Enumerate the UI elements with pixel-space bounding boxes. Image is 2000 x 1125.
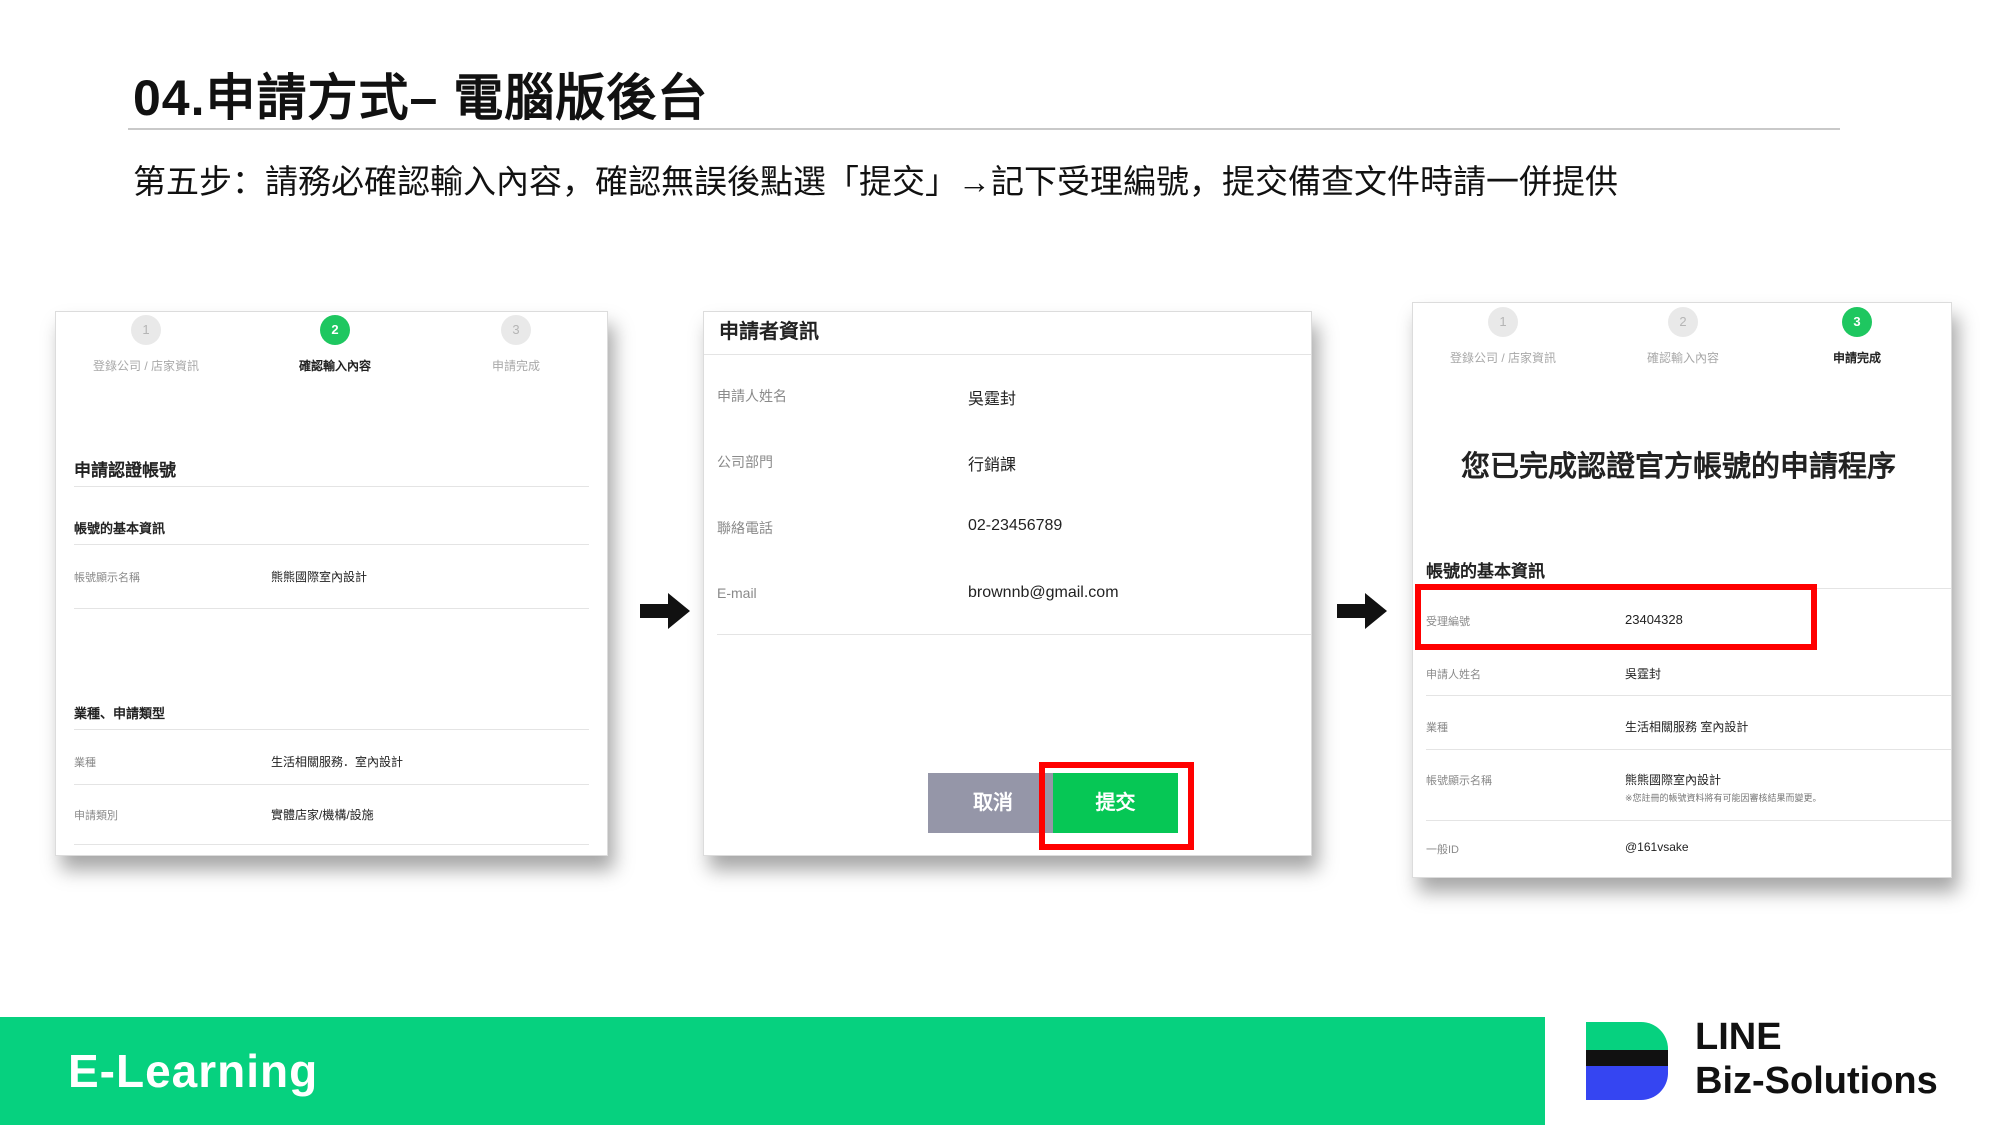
- step-1: 1 登錄公司 / 店家資訊: [1433, 307, 1573, 366]
- divider: [704, 354, 1311, 355]
- display-name-key: 帳號顯示名稱: [1426, 775, 1492, 787]
- step-3-dot: 3: [501, 315, 531, 345]
- divider: [74, 608, 589, 609]
- display-name-value: 熊熊國際室內設計: [271, 570, 368, 584]
- applicant-info-title: 申請者資訊: [719, 321, 819, 343]
- divider: [74, 544, 589, 545]
- divider: [717, 634, 1311, 635]
- step-3-label: 申請完成: [491, 359, 540, 373]
- step-1-dot: 1: [131, 315, 161, 345]
- step-1-label: 登錄公司 / 店家資訊: [92, 359, 199, 373]
- screenshot-applicant-info: 申請者資訊 申請人姓名 吳霆封 公司部門 行銷課 聯絡電話 02-2345678…: [703, 311, 1312, 856]
- receipt-number-highlight: [1415, 584, 1817, 650]
- basic-info-title: 帳號的基本資訊: [74, 521, 166, 536]
- page-subtitle: 第五步：請務必確認輸入內容，確認無誤後點選「提交」→記下受理編號，提交備查文件時…: [133, 163, 1618, 200]
- footer-label: E-Learning: [68, 1045, 319, 1097]
- industry-value: 生活相關服務．室內設計: [271, 755, 404, 769]
- divider: [1426, 820, 1951, 821]
- step-1-label: 登錄公司 / 店家資訊: [1449, 351, 1556, 365]
- email-value: brownnb@gmail.com: [968, 584, 1119, 601]
- display-name-key: 帳號顯示名稱: [74, 572, 140, 584]
- email-key: E-mail: [717, 585, 757, 601]
- step-2-dot: 2: [1668, 307, 1698, 337]
- step-3: 3 申請完成: [1797, 307, 1917, 366]
- industry-key: 業種: [1426, 722, 1448, 734]
- display-name-value: 熊熊國際室內設計: [1625, 773, 1722, 787]
- line-biz-logo-icon: [1586, 1022, 1668, 1100]
- screenshot-application-complete: 1 登錄公司 / 店家資訊 2 確認輸入內容 3 申請完成 您已完成認證官方帳號…: [1412, 302, 1952, 878]
- submit-highlight: [1039, 762, 1194, 850]
- applicant-name-value: 吳霆封: [1625, 667, 1662, 681]
- step-3: 3 申請完成: [456, 315, 576, 374]
- divider: [74, 784, 589, 785]
- department-value: 行銷課: [968, 457, 1017, 474]
- divider: [74, 729, 589, 730]
- type-key: 申請類別: [74, 810, 118, 822]
- right-arrow-icon: [1337, 593, 1387, 629]
- type-value: 實體店家/機構/設施: [271, 808, 374, 822]
- brand-line: LINE: [1695, 1016, 1782, 1058]
- applicant-name-value: 吳霆封: [968, 391, 1017, 408]
- basic-id-key: 一般ID: [1426, 844, 1459, 856]
- step-1-dot: 1: [1488, 307, 1518, 337]
- complete-title: 您已完成認證官方帳號的申請程序: [1461, 451, 1897, 483]
- step-2: 2 確認輸入內容: [1623, 307, 1743, 366]
- applicant-name-key: 申請人姓名: [1426, 669, 1481, 681]
- right-arrow-icon: [640, 593, 690, 629]
- display-name-note: ※您註冊的帳號資料將有可能因審核結果而變更。: [1625, 793, 1822, 803]
- divider: [1426, 749, 1951, 750]
- divider: [74, 844, 589, 845]
- phone-key: 聯絡電話: [717, 520, 773, 536]
- screenshot-confirm-input: 1 登錄公司 / 店家資訊 2 確認輸入內容 3 申請完成 申請認證帳號 帳號的…: [55, 311, 608, 856]
- industry-value: 生活相關服務 室內設計: [1625, 720, 1749, 734]
- step-2: 2 確認輸入內容: [275, 315, 395, 374]
- industry-key: 業種: [74, 757, 96, 769]
- step-3-label: 申請完成: [1832, 351, 1881, 365]
- basic-id-value: @161vsake: [1625, 840, 1689, 854]
- step-1: 1 登錄公司 / 店家資訊: [76, 315, 216, 374]
- divider: [1426, 695, 1951, 696]
- phone-value: 02-23456789: [968, 517, 1063, 534]
- step-2-label: 確認輸入內容: [298, 359, 371, 373]
- step-2-dot: 2: [320, 315, 350, 345]
- section-title: 申請認證帳號: [74, 461, 176, 480]
- step-3-dot: 3: [1842, 307, 1872, 337]
- divider: [74, 486, 589, 487]
- industry-title: 業種、申請類型: [74, 706, 166, 721]
- basic-info-title: 帳號的基本資訊: [1426, 562, 1545, 581]
- title-divider: [128, 128, 1840, 130]
- department-key: 公司部門: [717, 454, 773, 470]
- page-title: 04.申請方式– 電腦版後台: [133, 70, 709, 126]
- step-2-label: 確認輸入內容: [1646, 351, 1719, 365]
- applicant-name-key: 申請人姓名: [717, 388, 787, 404]
- brand-biz-solutions: Biz-Solutions: [1695, 1060, 1938, 1102]
